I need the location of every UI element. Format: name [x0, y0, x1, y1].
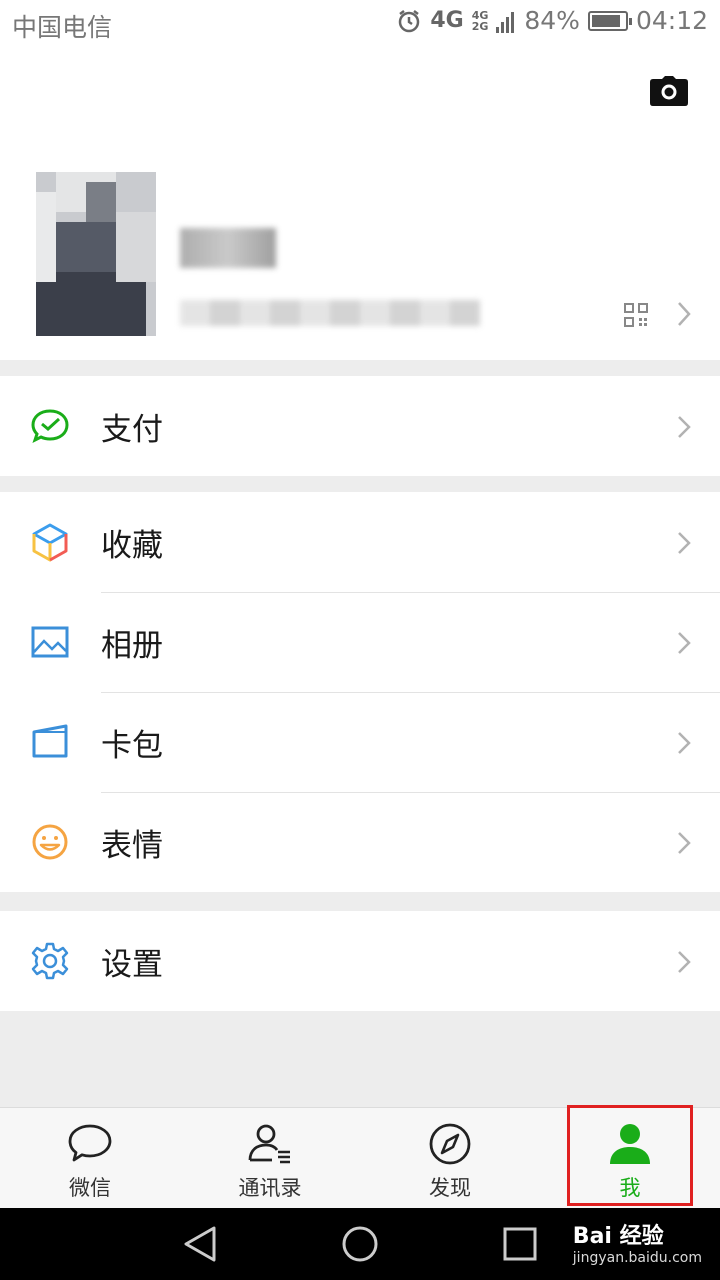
contacts-icon: [248, 1124, 290, 1164]
picture-icon: [31, 626, 69, 658]
menu-label-stickers: 表情: [101, 827, 163, 864]
compass-icon: [429, 1123, 471, 1165]
avatar[interactable]: [36, 172, 156, 336]
tab-label-discover: 发现: [429, 1176, 471, 1200]
chevron-right-icon: [678, 951, 691, 973]
clock: 04:12: [635, 6, 708, 35]
baidu-watermark: Bai 经验 jingyan.baidu.com: [573, 1218, 702, 1266]
menu-item-album[interactable]: 相册: [0, 592, 720, 692]
smiley-icon: [32, 824, 68, 860]
chevron-right-icon: [678, 532, 691, 554]
carrier-name: 中国电信: [12, 13, 113, 42]
chevron-right-icon: [678, 302, 691, 326]
menu-label-favorites: 收藏: [101, 527, 163, 564]
battery-icon: [587, 10, 632, 31]
tab-chats[interactable]: 微信: [0, 1108, 180, 1209]
tab-contacts[interactable]: 通讯录: [180, 1108, 360, 1209]
network-secondary: 4G 2G: [471, 8, 489, 33]
alarm-icon: [399, 9, 420, 32]
menu-item-cards[interactable]: 卡包: [0, 692, 720, 792]
watermark-brand: Bai 经验: [572, 1224, 664, 1249]
network-type: 4G: [430, 8, 464, 33]
tab-discover[interactable]: 发现: [360, 1108, 540, 1209]
gear-icon: [31, 942, 69, 980]
menu-group-pay: 支付: [0, 376, 720, 476]
chevron-right-icon: [678, 832, 691, 854]
watermark-url: jingyan.baidu.com: [572, 1250, 702, 1266]
status-bar: 中国电信 4G 4G 2G 84% 04:12: [0, 0, 720, 48]
tab-label-contacts: 通讯录: [238, 1176, 302, 1200]
camera-icon[interactable]: [650, 76, 688, 106]
annotation-highlight-box: [567, 1105, 693, 1206]
menu-group-settings: 设置: [0, 911, 720, 1011]
tab-label-chats: 微信: [69, 1176, 111, 1200]
menu-label-album: 相册: [101, 627, 163, 664]
chat-bubble-icon: [68, 1124, 112, 1162]
menu-item-pay[interactable]: 支付: [0, 376, 720, 476]
back-icon[interactable]: [180, 1224, 220, 1264]
profile-id-blurred: [180, 300, 480, 326]
chevron-right-icon: [678, 632, 691, 654]
menu-item-favorites[interactable]: 收藏: [0, 492, 720, 592]
qr-code-icon[interactable]: [624, 303, 648, 327]
signal-icon: [496, 11, 515, 33]
menu-label-settings: 设置: [101, 946, 163, 983]
menu-group-main: 收藏 相册 卡包 表情: [0, 492, 720, 892]
menu-item-settings[interactable]: 设置: [0, 911, 720, 1011]
menu-label-cards: 卡包: [101, 727, 163, 764]
profile-name-blurred: [180, 228, 276, 268]
chevron-right-icon: [678, 416, 691, 438]
profile-header[interactable]: [0, 48, 720, 360]
chevron-right-icon: [678, 732, 691, 754]
menu-item-stickers[interactable]: 表情: [0, 792, 720, 892]
cube-icon: [32, 523, 68, 562]
home-icon[interactable]: [340, 1224, 380, 1264]
recents-icon[interactable]: [500, 1224, 540, 1264]
menu-label-pay: 支付: [101, 411, 163, 448]
wechat-pay-icon: [31, 409, 69, 443]
card-wallet-icon: [32, 724, 68, 758]
battery-percent: 84%: [524, 6, 580, 35]
